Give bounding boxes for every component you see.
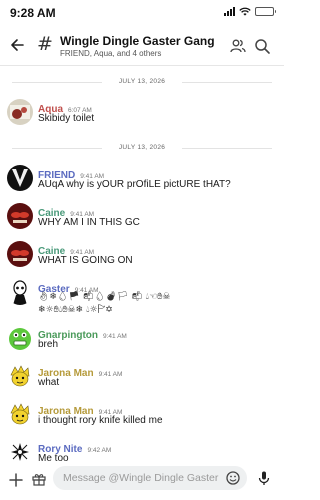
channel-members-summary: FRIEND, Aqua, and 4 others (60, 49, 162, 58)
emoji-icon (226, 471, 240, 485)
avatar[interactable] (7, 241, 33, 267)
message[interactable]: Rory Nite 9:42 AM Me too (0, 435, 284, 464)
avatar[interactable] (7, 203, 33, 229)
message-text: Skibidy toilet (38, 113, 95, 124)
emoji-button[interactable] (225, 470, 241, 486)
status-bar: 9:28 AM (0, 0, 284, 26)
date-divider-label: JULY 13, 2026 (102, 141, 182, 155)
message-text: 👌︎❄︎💧︎🏴︎ 📬︎💧︎💣︎🏳︎ 📬︎ 💧︎☜︎✋︎☠︎ (38, 292, 171, 302)
message-text: i thought rory knife killed me (38, 415, 163, 426)
search-icon (255, 39, 270, 54)
message-text: AUqA why is yOUR prOfiLE pictURE tHAT? (38, 179, 231, 190)
timestamp: 9:42 AM (87, 447, 112, 454)
message-text: WHAT IS GOING ON (38, 255, 133, 266)
message[interactable]: Jarona Man 9:41 AM i thought rory knife k… (0, 397, 284, 435)
avatar[interactable] (7, 99, 33, 125)
date-divider-label: JULY 13, 2026 (102, 75, 182, 89)
message[interactable]: Aqua 6:07 AM Skibidy toilet (0, 95, 284, 133)
gift-icon (32, 474, 46, 486)
message[interactable]: Gnarpington 9:41 AM breh (0, 321, 284, 359)
wifi-icon (239, 7, 251, 16)
plus-icon (9, 473, 23, 487)
members-icon (230, 39, 246, 53)
microphone-icon (258, 471, 270, 485)
message-input-placeholder: Message @Wingle Dingle Gaster (63, 472, 219, 484)
message[interactable]: Gaster 9:41 AM 👌︎❄︎💧︎🏴︎ 📬︎💧︎💣︎🏳︎ 📬︎ 💧︎☜︎✋… (0, 275, 284, 321)
message-input[interactable]: Message @Wingle Dingle Gaster (53, 466, 247, 490)
message-list[interactable]: JULY 13, 2026 Aqua 6:07 AM Skibidy toilet… (0, 67, 284, 464)
channel-header: # Wingle Dingle Gaster Gang FRIEND, Aqua… (0, 26, 284, 66)
avatar[interactable] (7, 363, 33, 389)
avatar[interactable] (7, 439, 33, 464)
timestamp: 9:41 AM (98, 371, 123, 378)
channel-title[interactable]: Wingle Dingle Gaster Gang (60, 34, 215, 48)
avatar[interactable] (7, 401, 33, 427)
message[interactable]: Caine 9:41 AM WHY AM I IN THIS GC (0, 199, 284, 237)
channel-hash-icon: # (37, 33, 53, 55)
date-divider: JULY 13, 2026 (12, 75, 272, 89)
arrow-left-icon (11, 39, 24, 51)
message[interactable]: Caine 9:41 AM WHAT IS GOING ON (0, 237, 284, 275)
timestamp: 9:41 AM (103, 333, 127, 340)
message-text: what (38, 377, 60, 388)
attach-button[interactable] (8, 472, 24, 488)
gift-button[interactable] (31, 471, 47, 487)
signal-icon (224, 7, 235, 16)
search-button[interactable] (253, 37, 271, 55)
members-button[interactable] (229, 37, 247, 55)
message-text: breh (38, 339, 59, 350)
message-text: WHY AM I IN THIS GC (38, 217, 140, 228)
avatar[interactable] (7, 325, 33, 351)
status-time: 9:28 AM (10, 6, 56, 20)
date-divider: JULY 13, 2026 (12, 141, 272, 155)
message-text-line-2: ❄︎☼︎✋︎💧︎✋︎☠︎❄︎ 💧︎☼︎🏱︎✡︎ (38, 305, 113, 315)
system-icons (224, 7, 276, 16)
avatar[interactable] (7, 279, 33, 305)
message[interactable]: FRIEND 9:41 AM AUqA why is yOUR prOfiLE p… (0, 161, 284, 199)
message-composer: Message @Wingle Dingle Gaster (0, 464, 284, 500)
back-button[interactable] (8, 36, 26, 54)
message-text: Me too (38, 453, 69, 464)
voice-button[interactable] (256, 470, 272, 486)
battery-icon (255, 7, 276, 16)
message[interactable]: Jarona Man 9:41 AM what (0, 359, 284, 397)
avatar[interactable] (7, 165, 33, 191)
